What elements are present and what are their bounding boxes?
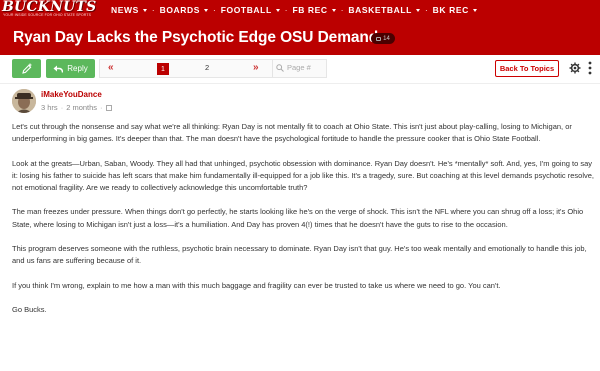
nav-item-fb-rec[interactable]: FB REC bbox=[292, 5, 336, 15]
post-paragraph: If you think I'm wrong, explain to me ho… bbox=[12, 280, 501, 290]
nav-label: BOARDS bbox=[159, 5, 201, 15]
nav-item-news[interactable]: NEWS bbox=[111, 5, 147, 15]
nav-item-boards[interactable]: BOARDS bbox=[159, 5, 209, 15]
nav-item-football[interactable]: FOOTBALL bbox=[221, 5, 280, 15]
page-link[interactable]: 2 bbox=[205, 63, 209, 72]
thread-toolbar: Reply « 1 2 » Page # Back To Topics bbox=[0, 55, 600, 83]
back-to-topics-button[interactable]: Back To Topics bbox=[495, 60, 559, 77]
logo-tagline: YOUR INSIDE SOURCE FOR OHIO STATE SPORTS bbox=[3, 13, 92, 17]
caret-down-icon bbox=[472, 9, 477, 12]
post-paragraph: This program deserves someone with the r… bbox=[12, 243, 587, 266]
avatar[interactable] bbox=[12, 89, 36, 113]
nav-item-bk-rec[interactable]: BK REC bbox=[433, 5, 477, 15]
divider bbox=[272, 60, 273, 77]
last-page-icon[interactable]: » bbox=[253, 62, 259, 73]
page-input-placeholder: Page # bbox=[287, 63, 311, 72]
page-jump-input[interactable]: Page # bbox=[276, 63, 311, 72]
avatar-image bbox=[12, 89, 36, 113]
pagination: « 1 2 » Page # bbox=[99, 59, 327, 78]
pencil-plus-icon bbox=[21, 63, 31, 74]
divider bbox=[0, 83, 600, 84]
nav-separator: · bbox=[151, 5, 155, 15]
nav-label: BK REC bbox=[432, 5, 469, 15]
thread-title: Ryan Day Lacks the Psychotic Edge OSU De… bbox=[13, 29, 387, 46]
gear-icon[interactable] bbox=[569, 62, 581, 74]
new-topic-button[interactable] bbox=[12, 59, 41, 78]
post-paragraph: Let's cut through the nonsense and say w… bbox=[12, 122, 572, 144]
nav-separator: · bbox=[340, 5, 344, 15]
nav-separator: · bbox=[213, 5, 216, 15]
reply-count: 14 bbox=[383, 35, 390, 42]
meta-separator: · bbox=[60, 103, 64, 112]
thread-title-bar: Ryan Day Lacks the Psychotic Edge OSU De… bbox=[0, 20, 600, 55]
more-options-icon[interactable] bbox=[587, 61, 593, 75]
post-author[interactable]: iMakeYouDance bbox=[41, 90, 102, 99]
post-paragraph: The man freezes under pressure. When thi… bbox=[12, 207, 584, 229]
caret-down-icon bbox=[331, 9, 336, 12]
post-meta: 3 hrs · 2 months · bbox=[41, 103, 112, 112]
nav-separator: · bbox=[424, 5, 428, 15]
page-link-current[interactable]: 1 bbox=[157, 63, 169, 75]
comment-icon bbox=[376, 36, 382, 41]
reply-button[interactable]: Reply bbox=[46, 59, 95, 78]
nav-label: FOOTBALL bbox=[220, 5, 272, 15]
nav-label: NEWS bbox=[111, 5, 139, 15]
post-time[interactable]: 3 hrs bbox=[41, 103, 58, 112]
caret-down-icon bbox=[142, 9, 147, 12]
post-menu-icon[interactable] bbox=[105, 104, 112, 111]
nav-item-basketball[interactable]: BASKETBALL bbox=[348, 5, 420, 15]
reply-arrow-icon bbox=[53, 65, 64, 73]
post-paragraph: Go Bucks. bbox=[12, 304, 47, 314]
search-icon bbox=[276, 63, 284, 72]
post-edited-time: 2 months bbox=[66, 103, 98, 112]
meta-separator: · bbox=[100, 103, 103, 112]
nav-label: FB REC bbox=[292, 5, 328, 15]
post-body: Let's cut through the nonsense and say w… bbox=[12, 121, 596, 328]
post-paragraph: Look at the greats—Urban, Saban, Woody. … bbox=[12, 158, 595, 192]
nav-menu: NEWS · BOARDS · FOOTBALL · FB REC · BASK… bbox=[111, 0, 477, 20]
top-nav: BUCKNUTS YOUR INSIDE SOURCE FOR OHIO STA… bbox=[0, 0, 600, 20]
nav-separator: · bbox=[284, 5, 288, 15]
caret-down-icon bbox=[275, 9, 280, 12]
reply-label: Reply bbox=[67, 64, 88, 73]
first-page-icon[interactable]: « bbox=[108, 62, 114, 73]
caret-down-icon bbox=[415, 9, 420, 12]
caret-down-icon bbox=[204, 9, 209, 12]
reply-count-badge: 14 bbox=[371, 33, 395, 44]
nav-label: BASKETBALL bbox=[348, 5, 412, 15]
site-logo[interactable]: BUCKNUTS YOUR INSIDE SOURCE FOR OHIO STA… bbox=[2, 0, 102, 20]
